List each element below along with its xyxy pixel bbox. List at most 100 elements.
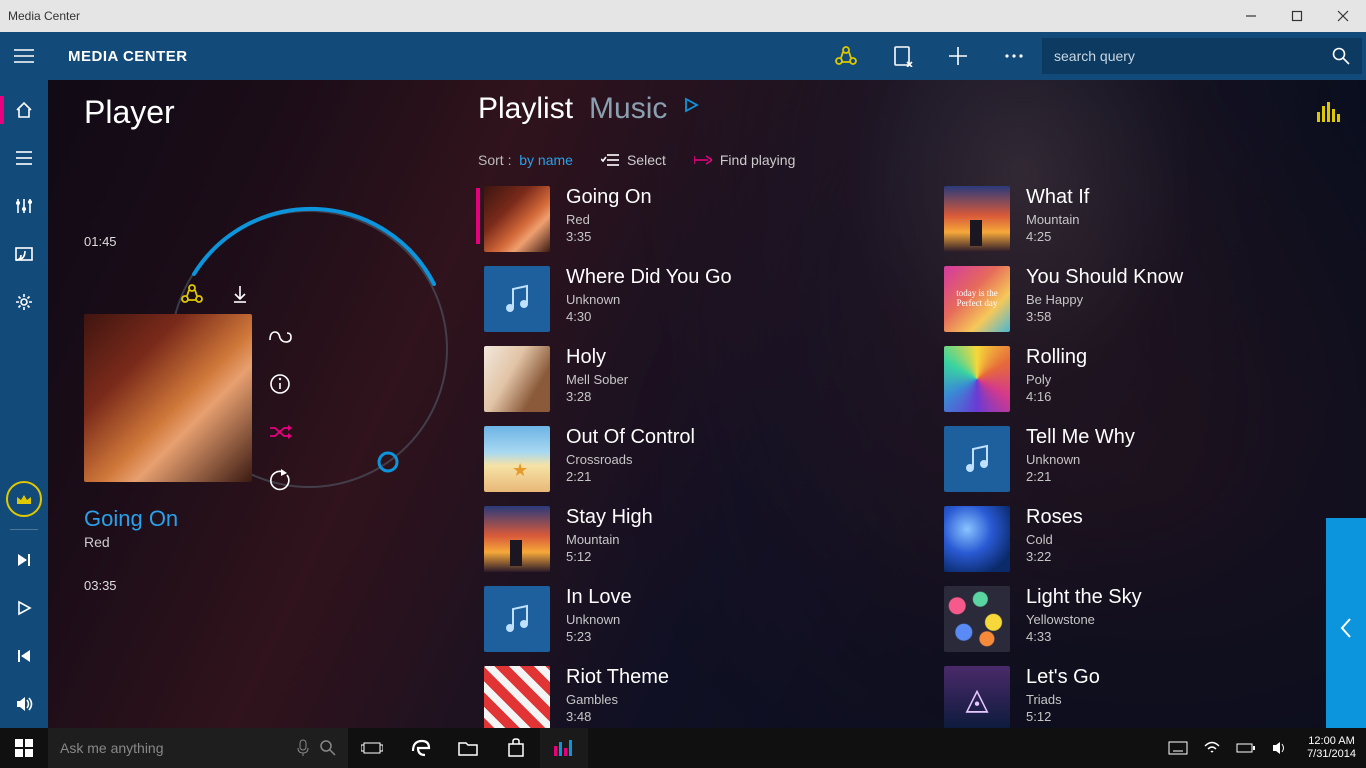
premium-badge[interactable] xyxy=(6,481,42,517)
track-artist: Unknown xyxy=(566,292,732,307)
tray-wifi-icon[interactable] xyxy=(1195,728,1229,768)
track-item[interactable]: RosesCold3:22 xyxy=(938,506,1318,572)
minimize-button[interactable] xyxy=(1228,0,1274,32)
window-titlebar: Media Center xyxy=(0,0,1366,32)
track-artist: Mountain xyxy=(1026,212,1089,227)
track-artist: Gambles xyxy=(566,692,669,707)
album-art xyxy=(84,314,252,482)
track-item[interactable]: Out Of ControlCrossroads2:21 xyxy=(478,426,858,492)
track-artist: Crossroads xyxy=(566,452,695,467)
track-item[interactable]: Riot ThemeGambles3:48 xyxy=(478,666,858,728)
track-artist: Mell Sober xyxy=(566,372,628,387)
start-button[interactable] xyxy=(0,728,48,768)
control-next[interactable] xyxy=(0,536,48,584)
visualizer-icon[interactable] xyxy=(1316,102,1340,122)
more-button[interactable] xyxy=(986,32,1042,80)
track-item[interactable]: Let's GoTriads5:12 xyxy=(938,666,1318,728)
cortana-input[interactable] xyxy=(60,740,286,756)
tab-playlist[interactable]: Playlist xyxy=(478,92,573,126)
player-download-icon[interactable] xyxy=(228,282,252,306)
taskbar: 12:00 AM7/31/2014 xyxy=(0,728,1366,768)
track-thumb xyxy=(944,346,1010,412)
track-artist: Yellowstone xyxy=(1026,612,1142,627)
app-title: MEDIA CENTER xyxy=(68,48,188,65)
shuffle-icon[interactable] xyxy=(266,418,294,446)
search-box[interactable] xyxy=(1042,38,1362,74)
side-drawer-toggle[interactable] xyxy=(1326,518,1366,728)
play-all-icon[interactable] xyxy=(683,97,707,121)
track-artist: Unknown xyxy=(566,612,632,627)
nav-cast[interactable] xyxy=(0,230,48,278)
track-thumb xyxy=(484,426,550,492)
control-play[interactable] xyxy=(0,584,48,632)
track-thumb: today is the Perfect day xyxy=(944,266,1010,332)
control-volume[interactable] xyxy=(0,680,48,728)
find-playing-button[interactable]: Find playing xyxy=(694,152,796,168)
nav-library[interactable] xyxy=(0,134,48,182)
tray-battery-icon[interactable] xyxy=(1229,728,1263,768)
track-title: What If xyxy=(1026,186,1089,208)
close-button[interactable] xyxy=(1320,0,1366,32)
track-artist: Mountain xyxy=(566,532,653,547)
info-icon[interactable] xyxy=(266,370,294,398)
track-item[interactable]: Tell Me WhyUnknown2:21 xyxy=(938,426,1318,492)
track-length: 4:33 xyxy=(1026,629,1142,644)
search-icon xyxy=(1332,47,1350,65)
search-input[interactable] xyxy=(1054,48,1332,64)
track-item[interactable]: RollingPoly4:16 xyxy=(938,346,1318,412)
track-artist: Red xyxy=(566,212,652,227)
add-button[interactable] xyxy=(930,32,986,80)
track-length: 5:23 xyxy=(566,629,632,644)
track-item[interactable]: HolyMell Sober3:28 xyxy=(478,346,858,412)
cortana-search[interactable] xyxy=(48,728,348,768)
track-item[interactable]: today is the Perfect dayYou Should KnowB… xyxy=(938,266,1318,332)
device-icon[interactable] xyxy=(874,32,930,80)
track-item[interactable]: Light the SkyYellowstone4:33 xyxy=(938,586,1318,652)
now-playing-artist: Red xyxy=(84,534,110,550)
lastfm-icon[interactable] xyxy=(266,322,294,350)
track-length: 3:22 xyxy=(1026,549,1083,564)
player-share-icon[interactable] xyxy=(180,282,204,306)
track-artist: Triads xyxy=(1026,692,1100,707)
track-thumb xyxy=(944,666,1010,728)
track-thumb xyxy=(944,186,1010,252)
task-view-icon[interactable] xyxy=(348,728,396,768)
mediacenter-taskbar-icon[interactable] xyxy=(540,728,588,768)
tray-volume-icon[interactable] xyxy=(1263,728,1297,768)
nav-settings[interactable] xyxy=(0,278,48,326)
track-item[interactable]: Going OnRed3:35 xyxy=(478,186,858,252)
track-title: In Love xyxy=(566,586,632,608)
elapsed-time: 01:45 xyxy=(84,234,117,249)
track-length: 3:58 xyxy=(1026,309,1183,324)
track-length: 2:21 xyxy=(1026,469,1135,484)
sort-value[interactable]: by name xyxy=(519,152,573,168)
select-button[interactable]: Select xyxy=(601,152,666,168)
track-item[interactable]: In Love Unknown 5:23 xyxy=(478,586,858,652)
track-thumb xyxy=(944,426,1010,492)
side-rail xyxy=(0,80,48,728)
hamburger-button[interactable] xyxy=(0,32,48,80)
track-length: 4:30 xyxy=(566,309,732,324)
track-thumb xyxy=(484,666,550,728)
track-artist: Unknown xyxy=(1026,452,1135,467)
tab-music[interactable]: Music xyxy=(589,92,667,126)
edge-icon[interactable] xyxy=(396,728,444,768)
search-icon xyxy=(320,740,336,756)
store-icon[interactable] xyxy=(492,728,540,768)
track-item[interactable]: Stay HighMountain5:12 xyxy=(478,506,858,572)
repeat-icon[interactable] xyxy=(266,466,294,494)
track-item[interactable]: What IfMountain4:25 xyxy=(938,186,1318,252)
maximize-button[interactable] xyxy=(1274,0,1320,32)
player-heading: Player xyxy=(84,94,464,131)
tray-keyboard-icon[interactable] xyxy=(1161,728,1195,768)
track-title: Holy xyxy=(566,346,628,368)
explorer-icon[interactable] xyxy=(444,728,492,768)
nav-equalizer[interactable] xyxy=(0,182,48,230)
track-item[interactable]: Where Did You GoUnknown4:30 xyxy=(478,266,858,332)
control-prev[interactable] xyxy=(0,632,48,680)
nav-home[interactable] xyxy=(0,86,48,134)
sync-icon[interactable] xyxy=(818,32,874,80)
track-thumb xyxy=(944,506,1010,572)
playlist-panel: Playlist Music Sort : by name Select Fin… xyxy=(478,92,1346,728)
tray-clock[interactable]: 12:00 AM7/31/2014 xyxy=(1297,735,1366,761)
